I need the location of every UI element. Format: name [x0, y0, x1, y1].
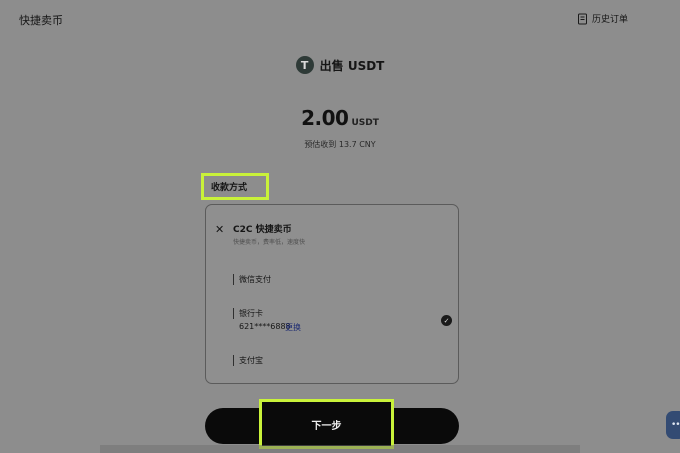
history-orders-label: 历史订单	[591, 15, 628, 25]
selected-check-icon[interactable]: ✓	[441, 315, 452, 326]
top-bar: 快捷卖币 历史订单	[0, 0, 680, 40]
asset-header: T 出售 USDT	[0, 56, 680, 74]
payment-option-bank-card[interactable]: 银行卡	[233, 308, 263, 319]
receipt-icon	[577, 13, 587, 24]
next-button-label: 下一步	[311, 420, 342, 432]
bottom-shadow	[100, 445, 580, 453]
amount-value: 2.00	[301, 106, 349, 130]
payment-section-label-highlight: 收款方式	[201, 173, 269, 200]
tether-icon: T	[295, 56, 314, 74]
chat-support-button[interactable]: •••	[666, 411, 680, 439]
payment-option-alipay[interactable]: 支付宝	[233, 355, 263, 366]
change-bank-card-link[interactable]: 更换	[285, 322, 301, 333]
next-button-highlight[interactable]: 下一步	[259, 399, 394, 449]
estimate-text: 预估收到 13.7 CNY	[304, 140, 376, 149]
page-title: 快捷卖币	[19, 14, 63, 27]
c2c-title: C2C 快捷卖币	[233, 225, 292, 235]
c2c-subtitle: 快捷卖币，费率低，速度快	[233, 239, 306, 246]
bank-card-number: 621****6888	[239, 322, 291, 331]
c2c-icon: ✕	[215, 223, 225, 236]
payment-section-label: 收款方式	[211, 183, 248, 193]
amount-unit: USDT	[351, 118, 379, 128]
chat-icon: •••	[671, 420, 680, 430]
asset-title: 出售 USDT	[319, 58, 385, 73]
amount-display: 2.00 USDT	[0, 106, 680, 130]
payment-method-card: ✕ C2C 快捷卖币 快捷卖币，费率低，速度快 微信支付 银行卡 621****…	[205, 204, 459, 384]
payment-option-wechat[interactable]: 微信支付	[233, 274, 271, 285]
history-orders-button[interactable]: 历史订单	[577, 12, 628, 25]
